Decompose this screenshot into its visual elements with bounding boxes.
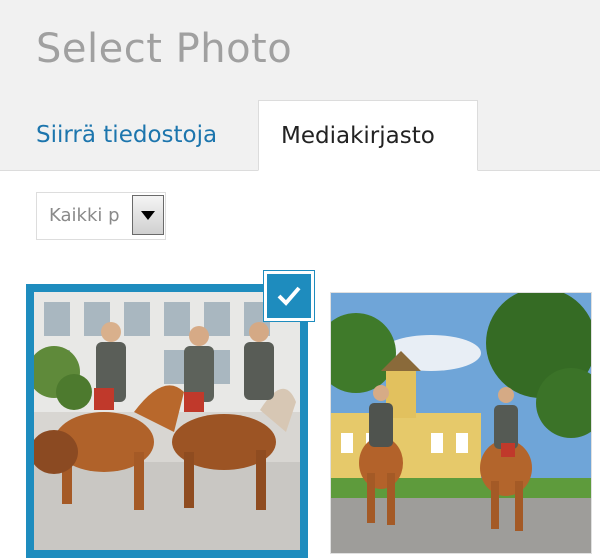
dropdown-arrow-button[interactable] [132,195,164,235]
tab-upload-files[interactable]: Siirrä tiedostoja [36,100,217,170]
modal-header: Select Photo Siirrä tiedostoja Mediakirj… [0,0,600,171]
attachment-thumbnail-selected[interactable] [26,284,308,558]
photo-riders-street [34,292,300,550]
tab-media-library[interactable]: Mediakirjasto [258,100,478,171]
modal-title: Select Photo [36,26,293,72]
attachment-thumbnail[interactable] [330,292,592,554]
checkmark-icon [277,286,301,306]
photo-riders-yellow-building [331,293,591,553]
selected-check-button[interactable] [264,271,314,321]
chevron-down-icon [141,211,155,220]
